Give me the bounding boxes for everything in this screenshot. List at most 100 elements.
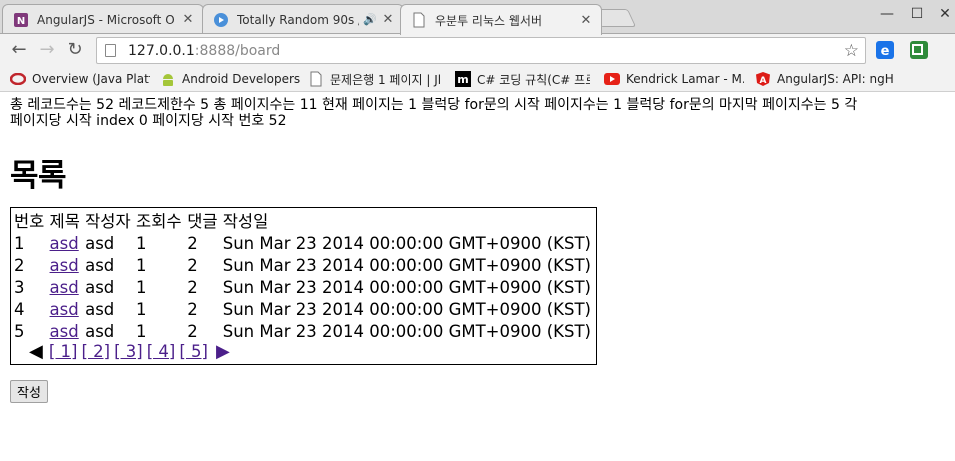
table-row: 2 asd asd 1 2 Sun Mar 23 2014 00:00:00 G… [14, 254, 596, 276]
bookmark-label: AngularJS: API: ngH [777, 72, 894, 86]
back-icon[interactable]: ← [8, 39, 30, 61]
next-page-icon[interactable]: ▶ [216, 341, 230, 362]
column-header-number: 번호 [14, 212, 45, 231]
page-link-1[interactable]: [ 1] [49, 342, 78, 361]
cell-number: 4 [14, 299, 25, 319]
table-row: 3 asd asd 1 2 Sun Mar 23 2014 00:00:00 G… [14, 276, 596, 298]
column-header-writer: 작성자 [85, 212, 131, 231]
oracle-icon [10, 71, 26, 87]
bookmark-java[interactable]: Overview (Java Platf [10, 69, 150, 89]
column-header-hits: 조회수 [136, 212, 182, 231]
reload-icon[interactable]: ↻ [64, 39, 86, 61]
tab-angularjs[interactable]: N AngularJS - Microsoft O ✕ [2, 4, 204, 34]
cell-writer: asd [85, 321, 115, 341]
cell-hits: 1 [136, 277, 147, 297]
prev-page-icon: ◀ [29, 341, 43, 362]
post-title-link[interactable]: asd [50, 256, 79, 275]
cell-date: Sun Mar 23 2014 00:00:00 GMT+0900 (KST) [222, 255, 591, 275]
msdn-icon: m [455, 71, 471, 87]
bookmark-label: C# 코딩 규칙(C# 프로 [477, 72, 590, 87]
bookmark-label: Overview (Java Platf [32, 72, 150, 86]
url-host: 127.0.0.1 [128, 42, 195, 59]
tab-title: AngularJS - Microsoft O [37, 12, 175, 27]
maximize-icon[interactable]: ☐ [902, 4, 932, 24]
page-info-icon[interactable] [105, 44, 116, 57]
page-title: 목록 [10, 158, 67, 194]
android-icon [160, 71, 176, 87]
tab-title: Totally Random 90s / [237, 12, 360, 27]
page-content: 총 레코드수는 52 레코드제한수 5 총 페이지수는 11 현재 페이지는 1… [0, 92, 955, 461]
close-icon[interactable]: ✕ [381, 12, 395, 27]
bookmarks-bar: Overview (Java Platf Android Developers … [0, 66, 955, 92]
close-icon[interactable]: ✕ [181, 12, 195, 27]
bookmark-kendrick[interactable]: Kendrick Lamar - M.A [604, 69, 744, 89]
toolbar: ← → ↻ 127.0.0.1:8888/board ☆ e [0, 33, 955, 66]
forward-icon[interactable]: → [36, 39, 58, 61]
write-button[interactable]: 작성 [10, 380, 48, 403]
bookmark-label: Android Developers [182, 72, 300, 86]
board-table: 번호 제목 작성자 조회수 댓글 작성일 1 asd asd 1 2 Sun M… [14, 208, 596, 342]
tab-board[interactable]: 우분투 리눅스 웹서버 ✕ [400, 4, 602, 35]
cell-comments: 2 [187, 299, 198, 319]
cell-comments: 2 [187, 233, 198, 253]
board-table-box: 번호 제목 작성자 조회수 댓글 작성일 1 asd asd 1 2 Sun M… [10, 207, 597, 365]
close-icon[interactable]: ✕ [579, 13, 593, 28]
cell-hits: 1 [136, 299, 147, 319]
url-path: :8888/board [194, 42, 281, 59]
bookmark-csharp[interactable]: m C# 코딩 규칙(C# 프로 [455, 69, 590, 89]
cell-comments: 2 [187, 255, 198, 275]
extension-icon[interactable]: e [876, 41, 894, 59]
table-row: 1 asd asd 1 2 Sun Mar 23 2014 00:00:00 G… [14, 232, 596, 254]
page-link-3[interactable]: [ 3] [114, 342, 143, 361]
cell-writer: asd [85, 299, 115, 319]
pagination: ◀ [ 1] [ 2] [ 3] [ 4] [ 5] ▶ [29, 341, 230, 362]
address-bar[interactable]: 127.0.0.1:8888/board ☆ [96, 37, 866, 64]
speaker-icon[interactable]: 🔊 [363, 13, 377, 26]
cell-date: Sun Mar 23 2014 00:00:00 GMT+0900 (KST) [222, 233, 591, 253]
cell-hits: 1 [136, 233, 147, 253]
page-link-5[interactable]: [ 5] [179, 342, 208, 361]
column-header-title: 제목 [49, 212, 80, 231]
table-row: 4 asd asd 1 2 Sun Mar 23 2014 00:00:00 G… [14, 298, 596, 320]
cell-writer: asd [85, 277, 115, 297]
bookmark-label: Kendrick Lamar - M.A [626, 72, 744, 86]
cell-writer: asd [85, 233, 115, 253]
cell-hits: 1 [136, 255, 147, 275]
bookmark-star-icon[interactable]: ☆ [844, 41, 859, 61]
angular-icon: A [755, 71, 771, 87]
cell-number: 2 [14, 255, 25, 275]
post-title-link[interactable]: asd [50, 278, 79, 297]
minimize-icon[interactable]: — [872, 4, 902, 24]
bookmark-label: 문제은행 1 페이지 | Jl [330, 72, 442, 87]
cell-number: 3 [14, 277, 25, 297]
page-icon [308, 71, 324, 87]
page-link-2[interactable]: [ 2] [81, 342, 110, 361]
youtube-icon [604, 71, 620, 87]
table-row: 5 asd asd 1 2 Sun Mar 23 2014 00:00:00 G… [14, 320, 596, 342]
bookmark-problems[interactable]: 문제은행 1 페이지 | Jl [308, 69, 446, 89]
onenote-icon: N [13, 12, 29, 28]
post-title-link[interactable]: asd [50, 300, 79, 319]
cell-date: Sun Mar 23 2014 00:00:00 GMT+0900 (KST) [222, 277, 591, 297]
bookmark-android[interactable]: Android Developers [160, 69, 300, 89]
cell-date: Sun Mar 23 2014 00:00:00 GMT+0900 (KST) [222, 299, 591, 319]
post-title-link[interactable]: asd [50, 322, 79, 341]
svg-text:N: N [17, 16, 25, 27]
close-window-icon[interactable]: ✕ [930, 4, 955, 24]
cell-comments: 2 [187, 277, 198, 297]
cell-writer: asd [85, 255, 115, 275]
tab-music[interactable]: Totally Random 90s / 🔊 ✕ [202, 4, 404, 34]
page-link-4[interactable]: [ 4] [147, 342, 176, 361]
table-header-row: 번호 제목 작성자 조회수 댓글 작성일 [14, 208, 596, 232]
cell-date: Sun Mar 23 2014 00:00:00 GMT+0900 (KST) [222, 321, 591, 341]
cell-comments: 2 [187, 321, 198, 341]
paging-info-line: 총 레코드수는 52 레코드제한수 5 총 페이지수는 11 현재 페이지는 1… [10, 97, 858, 113]
svg-text:e: e [881, 44, 890, 59]
column-header-comments: 댓글 [187, 212, 218, 231]
post-title-link[interactable]: asd [50, 234, 79, 253]
bookmark-angular[interactable]: A AngularJS: API: ngH [755, 69, 895, 89]
music-icon [213, 12, 229, 28]
page-icon [411, 12, 427, 28]
cell-number: 1 [14, 233, 25, 253]
extension-icon[interactable] [910, 41, 928, 59]
